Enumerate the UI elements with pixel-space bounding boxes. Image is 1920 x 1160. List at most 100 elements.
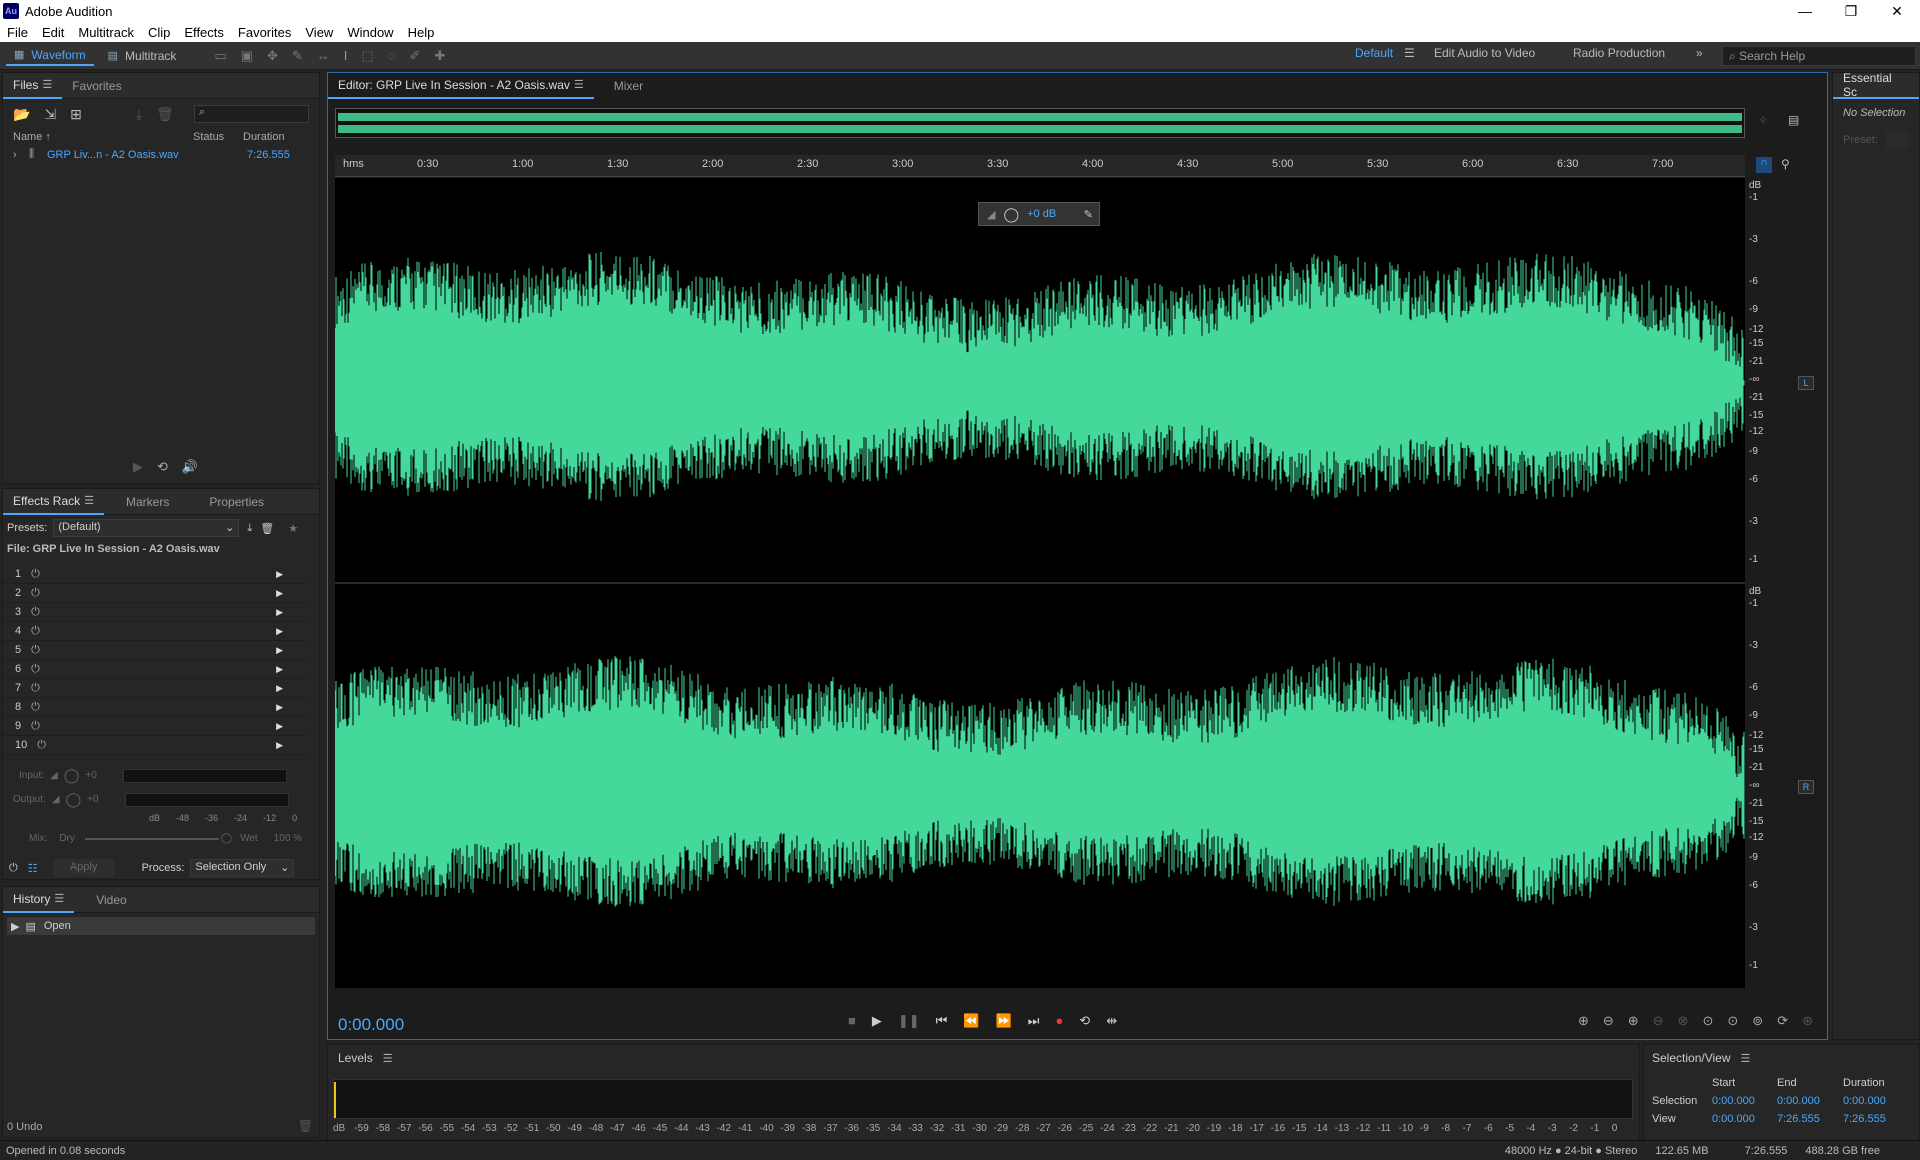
waveform-mode-button[interactable]: ▦ Waveform [6,46,94,66]
slot-arrow-icon[interactable]: ▶ [276,683,283,694]
view-end[interactable]: 7:26.555 [1777,1113,1843,1125]
move-tool-icon[interactable]: ✥ [267,48,278,64]
output-gain-knob-icon[interactable]: ◯ [66,791,82,808]
spectral-view-icon[interactable]: ▭ [214,48,226,64]
view-start[interactable]: 0:00.000 [1712,1113,1777,1125]
tab-favorites[interactable]: Favorites [62,73,131,99]
slot-arrow-icon[interactable]: ▶ [276,740,283,751]
overview-waveform[interactable] [335,108,1745,138]
menu-file[interactable]: File [0,25,35,40]
pin-icon[interactable]: ✎ [1084,208,1093,221]
input-gain-knob-icon[interactable]: ◯ [64,767,80,784]
marker-pin-icon[interactable]: ⚲ [1781,157,1790,171]
rack-slot[interactable]: 5 ⏻ ▶ [3,641,307,660]
rack-slot[interactable]: 3 ⏻ ▶ [3,603,307,622]
slot-arrow-icon[interactable]: ▶ [276,645,283,656]
fast-forward-icon[interactable]: ⏩ [996,1013,1012,1029]
snap-icon[interactable]: ∩ [1756,157,1772,173]
search-help-input[interactable]: ⌕ Search Help [1722,46,1916,66]
rack-slot[interactable]: 6 ⏻ ▶ [3,660,307,679]
slot-arrow-icon[interactable]: ▶ [276,607,283,618]
rack-menu-icon[interactable]: ☰ [84,494,94,507]
workspace-radio-production[interactable]: Radio Production [1573,46,1665,66]
import-icon[interactable]: ⇲ [44,106,56,123]
rack-slot[interactable]: 2 ⏻ ▶ [3,584,307,603]
channel-r-button[interactable]: R [1798,780,1814,794]
tab-markers[interactable]: Markers [116,489,179,515]
tab-effects-rack[interactable]: Effects Rack ☰ [3,489,105,515]
save-preset-icon[interactable]: ⤓ [247,522,252,535]
workspace-menu-icon[interactable]: ☰ [1404,46,1415,66]
menu-edit[interactable]: Edit [35,25,71,40]
power-icon[interactable]: ⏻ [31,568,40,581]
auto-play-icon[interactable]: 🔊 [182,459,198,475]
delete-preset-icon[interactable]: 🗑 [260,522,274,535]
tab-properties[interactable]: Properties [199,489,274,515]
selection-start[interactable]: 0:00.000 [1712,1095,1777,1107]
rack-power-icon[interactable]: ⏻ [9,862,18,875]
tab-essential-sound[interactable]: Essential Sc [1833,71,1919,99]
power-icon[interactable]: ⏻ [31,720,40,733]
file-row[interactable]: › ⫼ GRP Liv...n - A2 Oasis.wav 7:26.555 [3,145,319,164]
power-icon[interactable]: ⏻ [31,606,40,619]
slot-arrow-icon[interactable]: ▶ [276,626,283,637]
new-file-icon[interactable]: ⊞ [70,106,82,123]
favorite-star-icon[interactable]: ★ [288,522,298,535]
menu-view[interactable]: View [298,25,340,40]
mix-handle-icon[interactable]: ◯ [221,833,232,844]
zoom-options-icon[interactable]: ⊛ [1802,1013,1813,1029]
menu-favorites[interactable]: Favorites [231,25,298,40]
pause-icon[interactable]: ❚❚ [898,1013,920,1029]
workspace-default[interactable]: Default [1355,46,1393,66]
clear-history-icon[interactable]: 🗑 [298,1119,313,1133]
delete-icon[interactable]: 🗑 [156,106,174,123]
menu-window[interactable]: Window [340,25,400,40]
col-status[interactable]: Status [193,131,243,143]
power-icon[interactable]: ⏻ [31,682,40,695]
loop-playback-icon[interactable]: ⟲ [1079,1013,1090,1029]
selection-duration[interactable]: 0:00.000 [1843,1095,1903,1107]
play-icon[interactable]: ▶ [872,1013,882,1029]
play-preview-icon[interactable]: ▶ [133,459,143,475]
selection-end[interactable]: 0:00.000 [1777,1095,1843,1107]
zoom-in-time-icon[interactable]: ⊕ [1628,1013,1639,1029]
tab-files[interactable]: Files ☰ [3,73,63,99]
timecode-display[interactable]: 0:00.000 [338,1015,404,1035]
zoom-to-fit-icon[interactable]: ✧ [1758,113,1768,127]
power-icon[interactable]: ⏻ [31,701,40,714]
levels-menu-icon[interactable]: ☰ [383,1053,393,1065]
mix-slider[interactable] [84,837,219,840]
healing-tool-icon[interactable]: ✚ [434,48,445,64]
pitch-view-icon[interactable]: ▣ [241,48,253,64]
marquee-tool-icon[interactable]: ⬚ [361,48,373,64]
zoom-out-full-icon[interactable]: ⊗ [1678,1013,1689,1029]
slot-arrow-icon[interactable]: ▶ [276,588,283,599]
menu-multitrack[interactable]: Multitrack [71,25,141,40]
zoom-selection-icon[interactable]: ⊚ [1752,1013,1763,1029]
history-item[interactable]: ▶ ▤ Open [7,917,315,935]
power-icon[interactable]: ⏻ [31,663,40,676]
rack-slot[interactable]: 1 ⏻ ▶ [3,565,307,584]
rewind-icon[interactable]: ⏪ [963,1013,979,1029]
play-history-icon[interactable]: ▶ [11,920,19,933]
presets-select[interactable]: (Default) ⌄ [53,519,240,537]
loop-preview-icon[interactable]: ⟲ [157,459,168,475]
editor-menu-icon[interactable]: ☰ [574,78,584,91]
zoom-out-point-icon[interactable]: ⊙ [1727,1013,1738,1029]
process-select[interactable]: Selection Only ⌄ [190,859,295,877]
restore-icon[interactable]: ❐ [1828,0,1874,22]
open-file-icon[interactable]: 📂 [13,106,30,123]
slot-arrow-icon[interactable]: ▶ [276,702,283,713]
slot-arrow-icon[interactable]: ▶ [276,664,283,675]
zoom-reset-icon[interactable]: ⟳ [1777,1013,1788,1029]
tab-editor[interactable]: Editor: GRP Live In Session - A2 Oasis.w… [328,73,594,99]
zoom-out-time-icon[interactable]: ⊖ [1653,1013,1664,1029]
rack-slot[interactable]: 10 ⏻ ▶ [3,736,307,755]
panel-menu-icon[interactable]: ☰ [42,78,52,91]
menu-clip[interactable]: Clip [141,25,177,40]
tab-history[interactable]: History ☰ [3,887,75,913]
razor-tool-icon[interactable]: ✎ [292,48,303,64]
col-duration[interactable]: Duration [243,131,285,143]
power-icon[interactable]: ⏻ [37,739,46,752]
waveform-display[interactable] [335,178,1745,988]
